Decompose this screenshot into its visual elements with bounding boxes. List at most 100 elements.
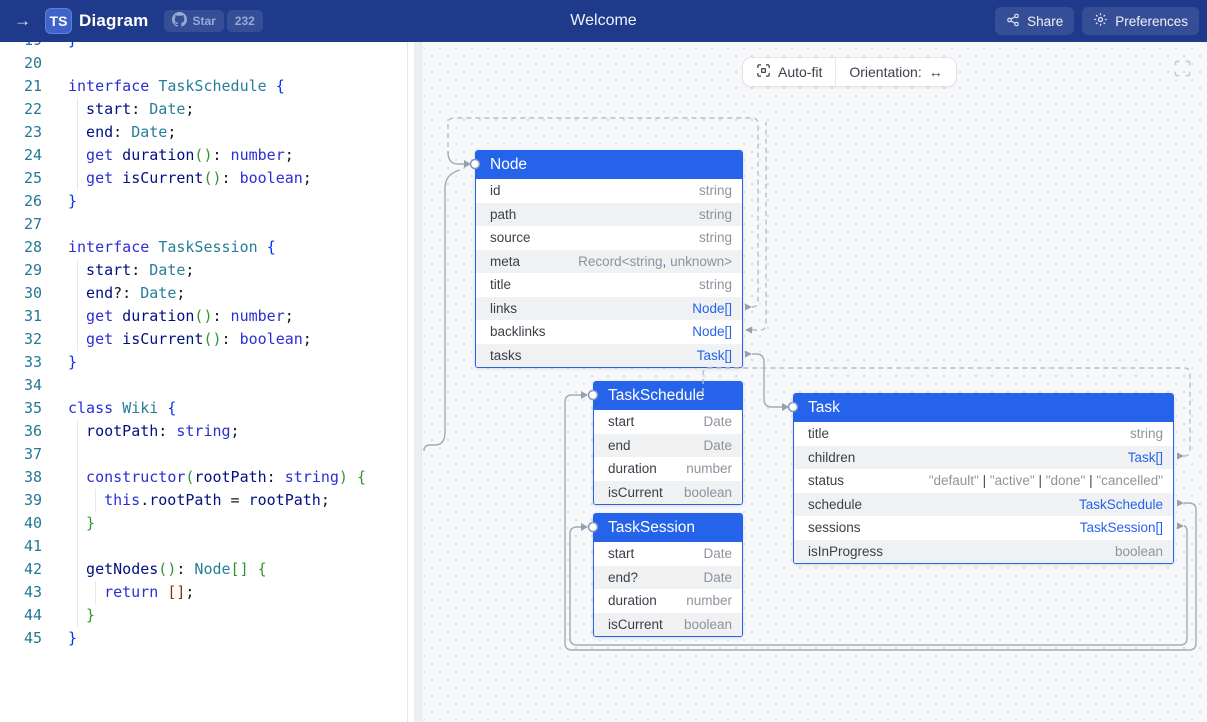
entity-tasksession[interactable]: TaskSessionstartDateend?Datedurationnumb… (593, 513, 743, 637)
line-number: 20 (0, 52, 42, 75)
entity-row: startDate (594, 542, 742, 566)
line-number: 24 (0, 144, 42, 167)
code-text: constructor(rootPath: string) { (68, 466, 366, 489)
entity-row: id string (476, 179, 742, 203)
entity-row: childrenTask[] (794, 446, 1173, 470)
preferences-button[interactable]: Preferences (1082, 7, 1199, 35)
share-button[interactable]: Share (995, 7, 1074, 35)
entity-row: durationnumber (594, 457, 742, 481)
line-number: 28 (0, 236, 42, 259)
field-type: Record<string, unknown> (578, 254, 732, 269)
code-text: } (68, 190, 77, 213)
github-star-button[interactable]: Star (164, 10, 223, 32)
line-number: 42 (0, 558, 42, 581)
code-text: get isCurrent(): boolean; (68, 328, 312, 351)
entity-taskschedule[interactable]: TaskSchedulestartDateendDatedurationnumb… (593, 381, 743, 505)
line-number: 36 (0, 420, 42, 443)
field-name: source (490, 230, 531, 245)
auto-fit-button[interactable]: Auto-fit (743, 58, 835, 86)
taskschedule-target-arrow (581, 391, 588, 399)
code-line: 35class Wiki { (0, 397, 407, 420)
field-name: id (490, 183, 501, 198)
entity-row: tasks Task[] (476, 344, 742, 368)
app-logo[interactable]: TS (45, 8, 72, 34)
entity-row: isCurrentboolean (594, 613, 742, 637)
entity-header[interactable]: Node (476, 151, 742, 179)
code-text: } (68, 627, 77, 650)
field-type: number (686, 461, 732, 476)
code-line: 24 get duration(): number; (0, 144, 407, 167)
field-name: duration (608, 593, 657, 608)
entity-header[interactable]: Task (794, 394, 1173, 422)
field-type-link[interactable]: TaskSession[] (1080, 520, 1163, 535)
page-title: Welcome (570, 12, 636, 30)
entity-task[interactable]: TasktitlestringchildrenTask[]status"defa… (793, 393, 1174, 564)
field-name: tasks (490, 348, 522, 363)
code-lines: 19}2021interface TaskSchedule {22 start:… (0, 42, 407, 650)
field-type-link[interactable]: Node[] (692, 324, 732, 339)
code-line: 37 (0, 443, 407, 466)
diagram-canvas[interactable]: Auto-fit Orientation: ↔ Node id string path… (421, 42, 1207, 722)
share-icon (1006, 13, 1020, 30)
code-line: 42 getNodes(): Node[] { (0, 558, 407, 581)
line-number: 43 (0, 581, 42, 604)
panel-resizer-handle[interactable] (408, 42, 421, 722)
entity-row: isCurrentboolean (594, 481, 742, 505)
back-arrow-icon[interactable]: → (14, 11, 31, 31)
code-editor-panel[interactable]: 19}2021interface TaskSchedule {22 start:… (0, 42, 408, 722)
github-star-label: Star (192, 14, 215, 28)
tasksession-target-arrow (581, 523, 588, 531)
field-name: isCurrent (608, 617, 663, 632)
fullscreen-button[interactable] (1173, 59, 1193, 79)
github-star-count[interactable]: 232 (227, 10, 263, 32)
code-text: start: Date; (68, 259, 194, 282)
field-type: number (686, 593, 732, 608)
line-number: 26 (0, 190, 42, 213)
entity-title: TaskSession (608, 519, 695, 537)
edge-into-node (448, 152, 464, 164)
entity-node[interactable]: NodeidstringpathstringsourcestringmetaRe… (475, 150, 743, 368)
task-target-arrow (782, 403, 789, 411)
node-target-arrow (464, 160, 471, 168)
edge-layer (422, 42, 1207, 722)
line-number: 40 (0, 512, 42, 535)
field-type-link[interactable]: TaskSchedule (1079, 497, 1163, 512)
entity-row: titlestring (794, 422, 1173, 446)
line-number: 30 (0, 282, 42, 305)
code-line: 21interface TaskSchedule { (0, 75, 407, 98)
orientation-button[interactable]: Orientation: ↔ (836, 58, 955, 86)
code-line: 22 start: Date; (0, 98, 407, 121)
field-name: path (490, 207, 516, 222)
line-number: 23 (0, 121, 42, 144)
field-type-link[interactable]: Node[] (692, 301, 732, 316)
entity-row: endDate (594, 434, 742, 458)
entity-header[interactable]: TaskSchedule (594, 382, 742, 410)
line-number: 27 (0, 213, 42, 236)
sessions-source-arrow (1177, 523, 1184, 530)
line-number: 44 (0, 604, 42, 627)
orientation-label: Orientation: (849, 64, 921, 80)
field-type: boolean (1115, 544, 1163, 559)
edge-tasks-task (752, 354, 782, 407)
code-line: 36 rootPath: string; (0, 420, 407, 443)
field-type: boolean (684, 485, 732, 500)
diagram-toolbar: Auto-fit Orientation: ↔ (742, 57, 957, 87)
code-line: 26} (0, 190, 407, 213)
line-number: 45 (0, 627, 42, 650)
gear-icon (1093, 12, 1108, 30)
entity-title: Node (490, 156, 527, 174)
field-name: title (490, 277, 511, 292)
field-type: string (699, 183, 732, 198)
field-name: schedule (808, 497, 862, 512)
field-type-link[interactable]: Task[] (1128, 450, 1163, 465)
field-name: meta (490, 254, 520, 269)
entity-title: TaskSchedule (608, 387, 705, 405)
field-type: string (1130, 426, 1163, 441)
entity-row: sessionsTaskSession[] (794, 516, 1173, 540)
line-number: 41 (0, 535, 42, 558)
code-line: 43 return []; (0, 581, 407, 604)
code-text: get duration(): number; (68, 144, 294, 167)
field-type-link[interactable]: Task[] (697, 348, 732, 363)
line-number: 38 (0, 466, 42, 489)
entity-header[interactable]: TaskSession (594, 514, 742, 542)
